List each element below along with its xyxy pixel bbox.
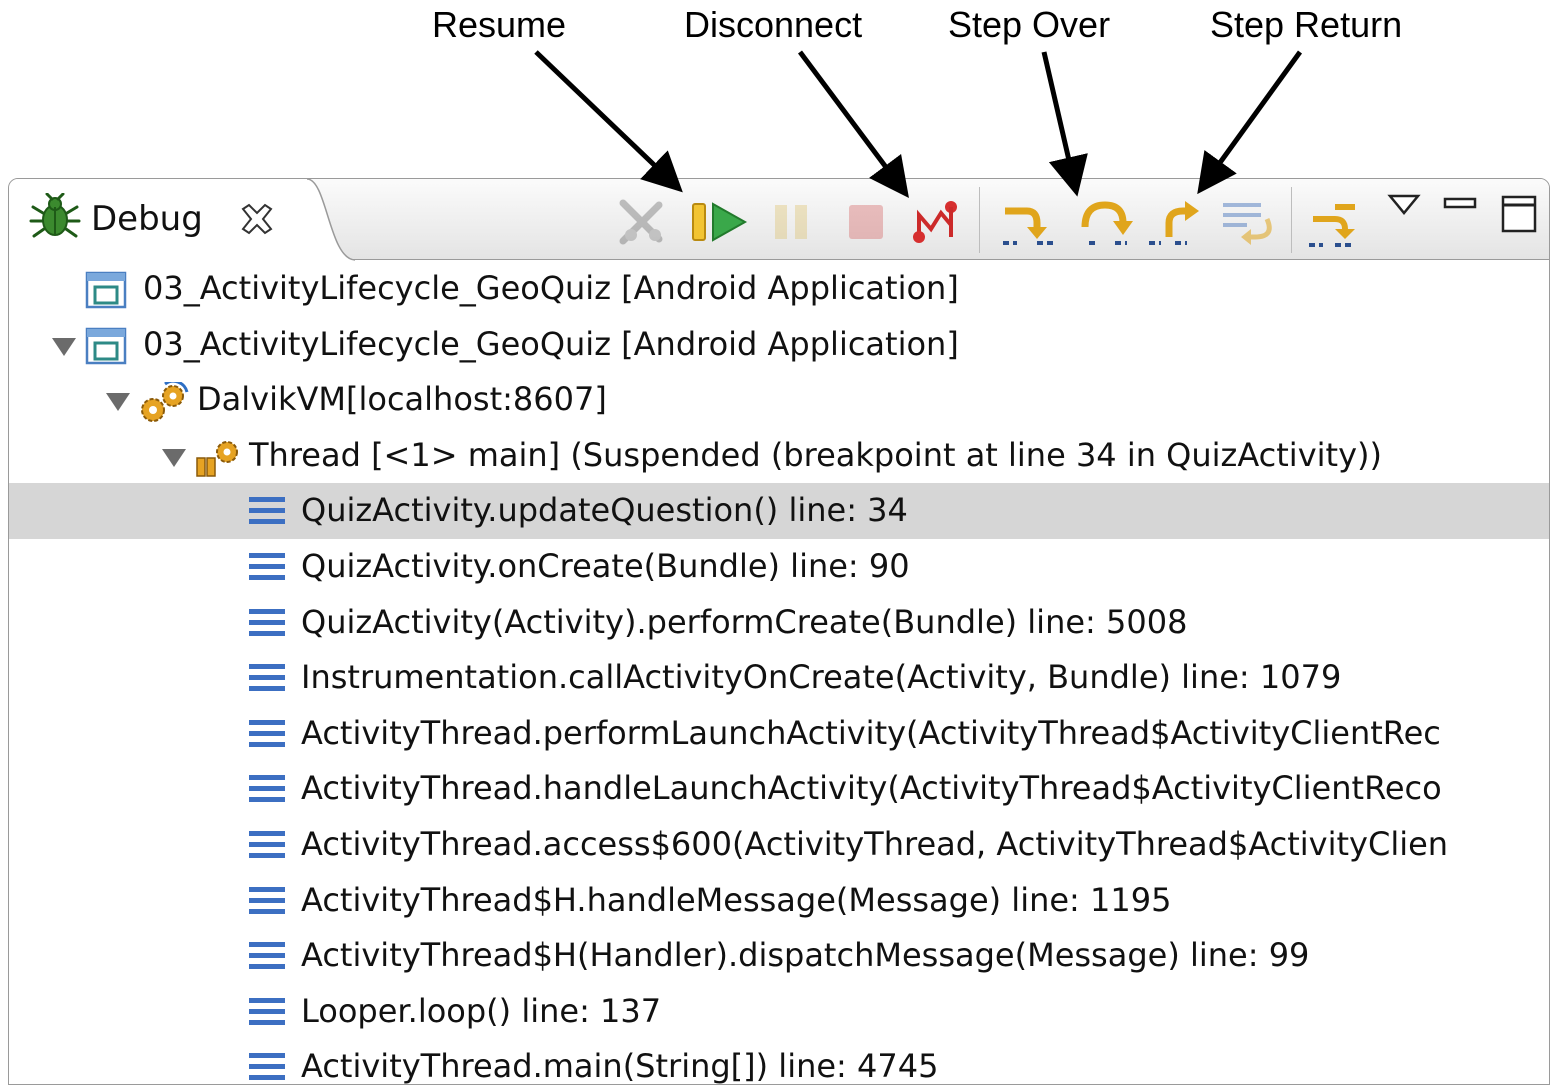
android-application-icon	[85, 271, 127, 309]
stack-frame[interactable]: ActivityThread.performLaunchActivity(Act…	[9, 706, 1549, 762]
expand-triangle-icon[interactable]	[161, 448, 187, 468]
stack-frame-icon	[249, 719, 285, 747]
arrow-resume	[534, 50, 683, 193]
stack-frame-label: QuizActivity.updateQuestion() line: 34	[301, 491, 908, 530]
stack-frame-label: ActivityThread.access$600(ActivityThread…	[301, 824, 1449, 863]
stack-frame-icon	[249, 775, 285, 803]
stack-frame-label: ActivityThread.performLaunchActivity(Act…	[301, 713, 1441, 752]
stack-frame-icon	[249, 830, 285, 858]
suspend-icon[interactable]	[769, 197, 819, 247]
stack-frame[interactable]: QuizActivity(Activity).performCreate(Bun…	[9, 595, 1549, 651]
use-step-filters-icon[interactable]	[1305, 197, 1367, 249]
drop-to-frame-icon[interactable]	[1217, 197, 1279, 249]
callout-step-over: Step Over	[948, 4, 1111, 45]
android-application-icon	[85, 327, 127, 364]
debug-view: Debug 03_ActivityLifecycle_GeoQuiz [Andr…	[8, 178, 1550, 1085]
stack-frame-label: ActivityThread$H(Handler).dispatchMessag…	[301, 936, 1310, 975]
tree-item-vm[interactable]: DalvikVM[localhost:8607]	[9, 372, 1549, 428]
debug-tree: 03_ActivityLifecycle_GeoQuiz [Android Ap…	[9, 261, 1549, 1085]
tree-item-label: 03_ActivityLifecycle_GeoQuiz [Android Ap…	[143, 324, 959, 363]
stack-frame-icon	[249, 552, 285, 580]
stack-frame-icon	[249, 1053, 285, 1081]
stack-frame-label: Instrumentation.callActivityOnCreate(Act…	[301, 658, 1342, 697]
stack-frame-label: QuizActivity.onCreate(Bundle) line: 90	[301, 546, 910, 585]
toolbar-separator	[979, 187, 980, 253]
stack-frame-icon	[249, 886, 285, 914]
arrow-step-over	[1041, 51, 1088, 197]
step-return-icon[interactable]	[1147, 197, 1209, 249]
stack-frame[interactable]: ActivityThread$H(Handler).dispatchMessag…	[9, 928, 1549, 984]
close-icon[interactable]	[239, 201, 275, 243]
stack-frame-icon	[249, 608, 285, 636]
tab-label: Debug	[91, 199, 203, 239]
step-over-icon[interactable]	[1075, 197, 1137, 249]
callout-disconnect: Disconnect	[684, 4, 863, 45]
stack-frame-icon	[249, 497, 285, 525]
tree-item-label: Thread [<1> main] (Suspended (breakpoint…	[249, 435, 1382, 474]
minimize-icon[interactable]	[1441, 193, 1481, 217]
arrow-step-return	[1197, 50, 1303, 195]
tree-item-launch[interactable]: 03_ActivityLifecycle_GeoQuiz [Android Ap…	[9, 317, 1549, 373]
toolbar-separator	[1291, 187, 1292, 253]
stack-frame-icon	[249, 664, 285, 692]
stack-frame-icon	[249, 942, 285, 970]
stack-frame[interactable]: QuizActivity.updateQuestion() line: 34	[9, 483, 1549, 539]
stack-frame[interactable]: Looper.loop() line: 137	[9, 984, 1549, 1040]
thread-suspended-icon	[196, 440, 238, 477]
tree-item-launch[interactable]: 03_ActivityLifecycle_GeoQuiz [Android Ap…	[9, 261, 1549, 317]
stack-frame-icon	[249, 997, 285, 1025]
tree-item-label: 03_ActivityLifecycle_GeoQuiz [Android Ap…	[143, 269, 959, 307]
tab-curve	[307, 179, 356, 261]
stack-frame[interactable]: ActivityThread$H.handleMessage(Message) …	[9, 873, 1549, 929]
stack-frame[interactable]: ActivityThread.main(String[]) line: 4745	[9, 1039, 1549, 1085]
tree-item-thread[interactable]: Thread [<1> main] (Suspended (breakpoint…	[9, 428, 1549, 484]
tab-debug[interactable]: Debug	[9, 179, 310, 260]
stack-frame-label: ActivityThread$H.handleMessage(Message) …	[301, 880, 1172, 919]
terminate-icon[interactable]	[841, 197, 891, 247]
stack-frame[interactable]: QuizActivity.onCreate(Bundle) line: 90	[9, 539, 1549, 595]
stack-frame[interactable]: ActivityThread.access$600(ActivityThread…	[9, 817, 1549, 873]
disconnect-icon[interactable]	[907, 197, 963, 249]
stack-frame-label: QuizActivity(Activity).performCreate(Bun…	[301, 602, 1188, 641]
callout-resume: Resume	[432, 4, 567, 45]
arrow-disconnect	[797, 50, 909, 199]
stack-frame[interactable]: Instrumentation.callActivityOnCreate(Act…	[9, 650, 1549, 706]
step-into-icon[interactable]	[997, 197, 1059, 249]
maximize-icon[interactable]	[1499, 193, 1541, 237]
resume-icon[interactable]	[689, 197, 751, 247]
bug-icon	[29, 193, 81, 238]
debug-target-icon	[141, 382, 189, 423]
expand-triangle-icon[interactable]	[51, 337, 77, 357]
stack-frame-label: ActivityThread.handleLaunchActivity(Acti…	[301, 769, 1442, 808]
view-toolbar: Debug	[9, 179, 1549, 261]
view-menu-icon[interactable]	[1387, 193, 1421, 217]
expand-triangle-icon[interactable]	[105, 392, 131, 412]
remove-terminated-icon[interactable]	[615, 197, 669, 247]
tree-item-label: DalvikVM[localhost:8607]	[197, 380, 607, 419]
stack-frames: QuizActivity.updateQuestion() line: 34 Qu…	[9, 483, 1549, 1085]
stack-frame[interactable]: ActivityThread.handleLaunchActivity(Acti…	[9, 761, 1549, 817]
stack-frame-label: Looper.loop() line: 137	[301, 991, 662, 1030]
stack-frame-label: ActivityThread.main(String[]) line: 4745	[301, 1047, 939, 1085]
callout-step-return: Step Return	[1210, 4, 1403, 45]
